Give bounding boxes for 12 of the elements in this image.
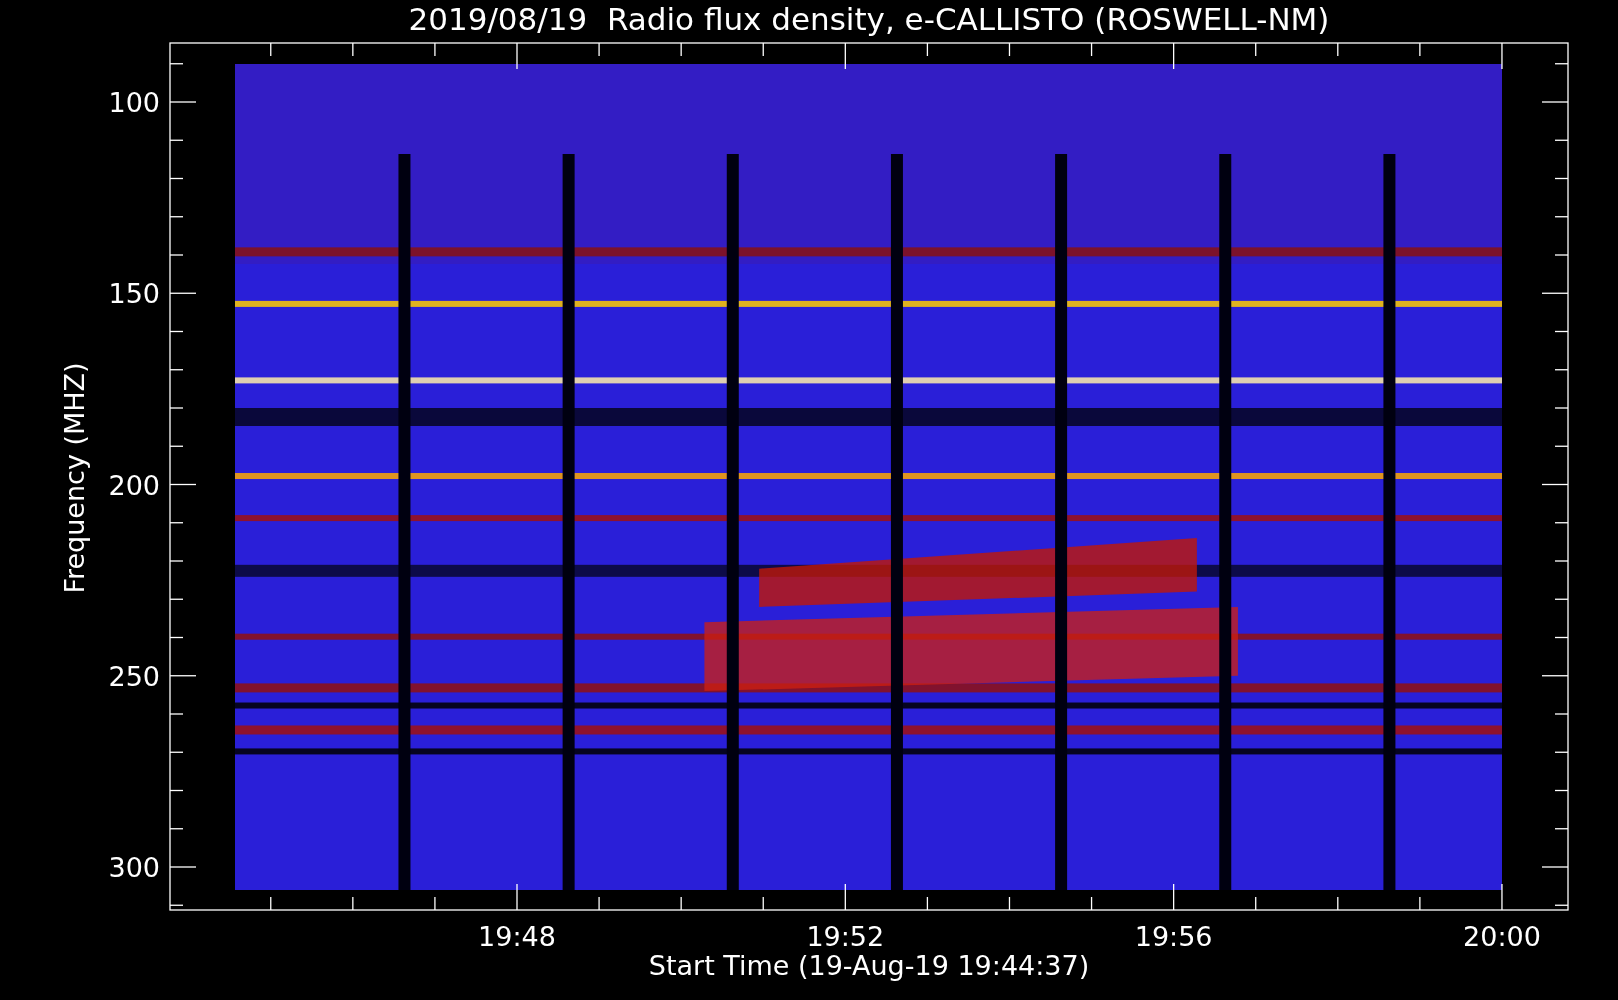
y-axis-label: Frequency (MHZ) — [59, 362, 90, 594]
y-tick-label: 100 — [108, 87, 160, 118]
y-tick-label: 300 — [108, 852, 160, 883]
x-axis-label: Start Time (19-Aug-19 19:44:37) — [648, 950, 1090, 981]
y-tick-label: 250 — [108, 660, 160, 692]
y-tick-label: 200 — [108, 469, 160, 501]
x-tick-label: 19:52 — [806, 921, 885, 952]
x-tick-label: 19:48 — [478, 921, 556, 952]
x-tick-label: 19:56 — [1134, 921, 1213, 952]
y-tick-label: 150 — [108, 278, 160, 310]
chart-title: 2019/08/19 Radio flux density, e-CALLISTO (ROSWELL-NM) — [408, 1, 1330, 37]
x-tick-label: 20:00 — [1463, 921, 1541, 952]
